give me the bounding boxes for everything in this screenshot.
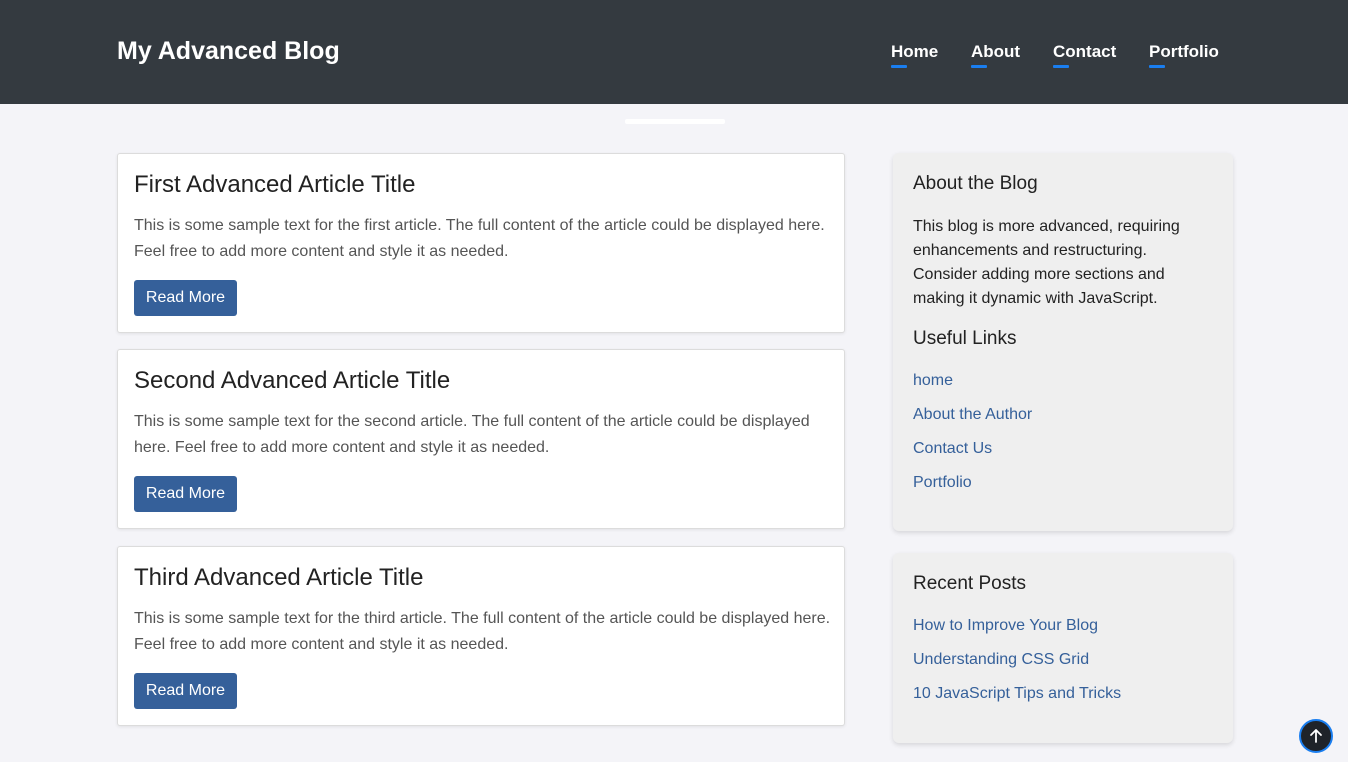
nav-underline bbox=[1053, 65, 1069, 68]
nav-home-label: Home bbox=[891, 42, 939, 61]
nav-underline bbox=[1149, 65, 1165, 68]
nav-about[interactable]: About bbox=[971, 42, 1021, 68]
back-to-top-button[interactable] bbox=[1299, 719, 1333, 753]
article-excerpt: This is some sample text for the third a… bbox=[134, 610, 831, 653]
site-header: My Advanced Blog Home About Contact Port… bbox=[0, 0, 1348, 104]
about-heading: About the Blog bbox=[913, 173, 1038, 194]
useful-link-portfolio[interactable]: Portfolio bbox=[913, 473, 972, 493]
nav-contact[interactable]: Contact bbox=[1053, 42, 1117, 68]
useful-link-home[interactable]: home bbox=[913, 371, 953, 391]
article-card: Third Advanced Article Title This is som… bbox=[117, 546, 845, 726]
read-more-button[interactable]: Read More bbox=[134, 476, 237, 512]
recent-post-link[interactable]: 10 JavaScript Tips and Tricks bbox=[913, 684, 1121, 704]
nav-portfolio-label: Portfolio bbox=[1149, 42, 1219, 61]
recent-posts-heading: Recent Posts bbox=[913, 573, 1026, 594]
nav-home[interactable]: Home bbox=[891, 42, 939, 68]
nav-underline bbox=[971, 65, 987, 68]
nav-active-underline bbox=[891, 65, 907, 68]
read-more-button[interactable]: Read More bbox=[134, 673, 237, 709]
article-excerpt: This is some sample text for the second … bbox=[134, 413, 810, 456]
sidebar-about-box: About the Blog This blog is more advance… bbox=[893, 153, 1233, 531]
article-title: Third Advanced Article Title bbox=[134, 564, 424, 591]
recent-post-link[interactable]: How to Improve Your Blog bbox=[913, 616, 1098, 636]
useful-link-contact[interactable]: Contact Us bbox=[913, 439, 992, 459]
about-text: This blog is more advanced, requiring en… bbox=[913, 218, 1180, 307]
arrow-up-icon bbox=[1310, 729, 1322, 743]
sidebar-recent-box: Recent Posts How to Improve Your Blog Un… bbox=[893, 553, 1233, 743]
nav-about-label: About bbox=[971, 42, 1021, 61]
article-title: First Advanced Article Title bbox=[134, 171, 416, 198]
useful-links-heading: Useful Links bbox=[913, 328, 1017, 349]
header-divider bbox=[625, 119, 725, 124]
nav-contact-label: Contact bbox=[1053, 42, 1117, 61]
article-excerpt: This is some sample text for the first a… bbox=[134, 217, 825, 260]
article-title: Second Advanced Article Title bbox=[134, 367, 451, 394]
article-card: First Advanced Article Title This is som… bbox=[117, 153, 845, 333]
main-nav: Home About Contact Portfolio bbox=[0, 42, 1348, 72]
nav-portfolio[interactable]: Portfolio bbox=[1149, 42, 1219, 68]
article-card: Second Advanced Article Title This is so… bbox=[117, 349, 845, 529]
useful-link-about-author[interactable]: About the Author bbox=[913, 405, 1032, 425]
read-more-button[interactable]: Read More bbox=[134, 280, 237, 316]
recent-post-link[interactable]: Understanding CSS Grid bbox=[913, 650, 1089, 670]
